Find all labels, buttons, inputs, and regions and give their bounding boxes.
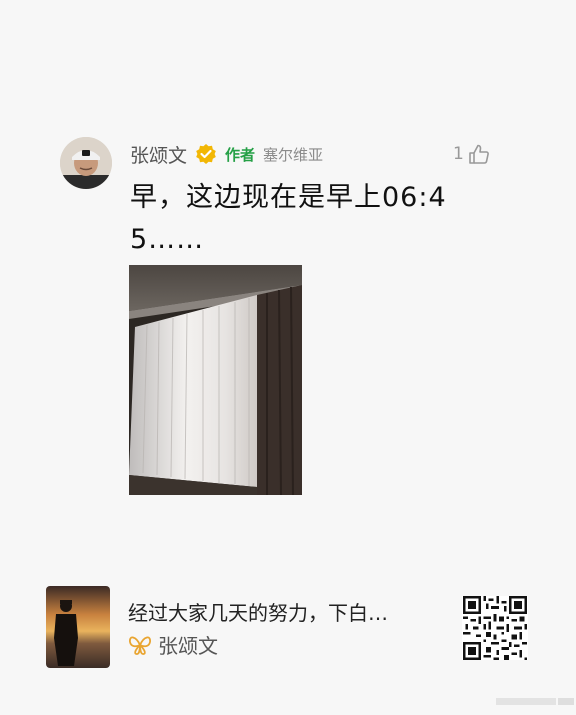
footer-text[interactable]: 经过大家几天的努力，下白… <box>128 597 388 626</box>
author-name[interactable]: 张颂文 <box>130 141 187 168</box>
qr-code[interactable] <box>462 596 528 660</box>
watermark <box>496 698 574 705</box>
footer-source-name: 张颂文 <box>158 634 218 658</box>
weibo-butterfly-icon <box>129 636 151 655</box>
location-label: 塞尔维亚 <box>263 145 324 164</box>
like-button[interactable]: 1 <box>453 143 490 165</box>
thumbs-up-icon[interactable] <box>468 143 490 165</box>
footer-source: 张颂文 <box>128 630 218 659</box>
author-row: 张颂文 作者 塞尔维亚 <box>130 141 323 167</box>
avatar[interactable] <box>60 137 112 189</box>
window-curtains-photo[interactable] <box>129 265 302 495</box>
like-count: 1 <box>453 144 464 164</box>
verified-badge-icon <box>196 144 216 164</box>
page: 张颂文 作者 塞尔维亚 1 早，这边现在是早上06:45…… 经过大家几天的努力… <box>0 0 576 715</box>
author-tag: 作者 <box>225 145 256 164</box>
footer-thumbnail[interactable] <box>46 586 110 668</box>
comment-text: 早，这边现在是早上06:45…… <box>130 182 447 255</box>
